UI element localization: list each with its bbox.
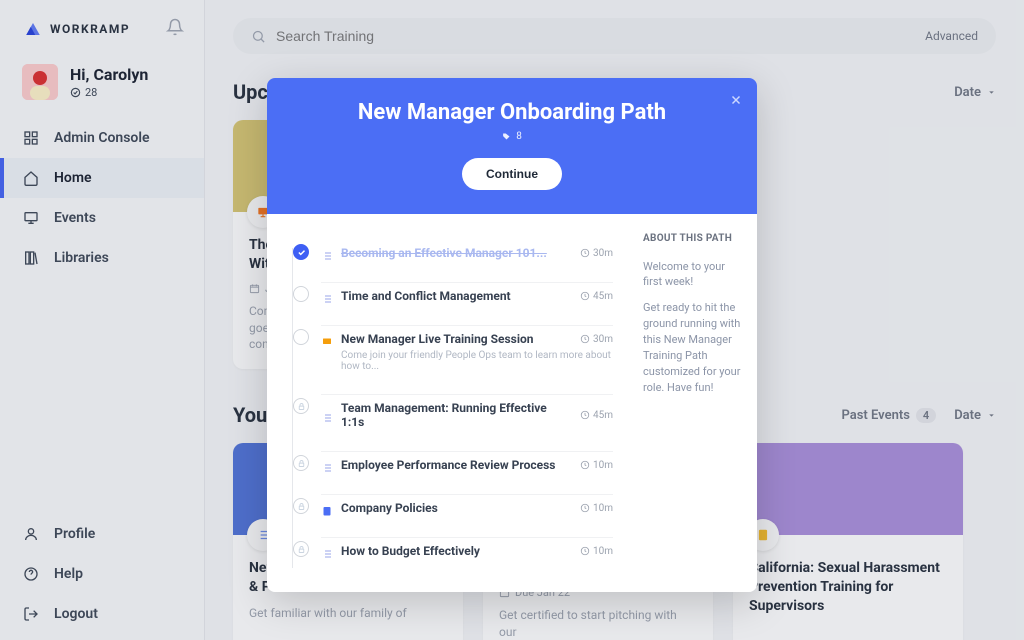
step-status-icon bbox=[293, 244, 309, 260]
path-step[interactable]: New Manager Live Training Session 30m Come… bbox=[285, 317, 621, 386]
tag-icon bbox=[502, 132, 511, 141]
step-status-icon bbox=[293, 329, 309, 345]
step-name: Becoming an Effective Manager 101... bbox=[341, 246, 572, 260]
step-type-icon bbox=[321, 290, 333, 302]
step-desc: Come join your friendly People Ops team … bbox=[341, 350, 613, 372]
path-step[interactable]: Team Management: Running Effective 1:1s 4… bbox=[285, 386, 621, 443]
step-status-icon bbox=[293, 541, 309, 557]
step-name: Company Policies bbox=[341, 501, 572, 515]
step-status-icon bbox=[293, 398, 309, 414]
step-duration: 30m bbox=[580, 248, 613, 259]
step-status-icon bbox=[293, 455, 309, 471]
path-modal: New Manager Onboarding Path 8 Continue B… bbox=[267, 78, 757, 592]
step-name: Time and Conflict Management bbox=[341, 289, 572, 303]
clock-icon bbox=[580, 334, 590, 344]
step-type-icon bbox=[321, 502, 333, 514]
path-step[interactable]: Becoming an Effective Manager 101... 30m bbox=[285, 232, 621, 274]
step-name: How to Budget Effectively bbox=[341, 544, 572, 558]
path-step[interactable]: Employee Performance Review Process 10m bbox=[285, 443, 621, 486]
step-duration: 45m bbox=[580, 410, 613, 421]
step-status-icon bbox=[293, 286, 309, 302]
path-step[interactable]: Company Policies 10m bbox=[285, 486, 621, 529]
step-duration: 45m bbox=[580, 291, 613, 302]
modal-title: New Manager Onboarding Path bbox=[287, 100, 737, 125]
about-heading: ABOUT THIS PATH bbox=[643, 232, 741, 247]
modal-header: New Manager Onboarding Path 8 Continue bbox=[267, 78, 757, 214]
clock-icon bbox=[580, 503, 590, 513]
clock-icon bbox=[580, 248, 590, 258]
step-name: New Manager Live Training Session bbox=[341, 332, 572, 346]
step-status-icon bbox=[293, 498, 309, 514]
about-text: Welcome to your first week! bbox=[643, 259, 741, 291]
modal-subtitle: 8 bbox=[287, 131, 737, 142]
path-step[interactable]: How to Budget Effectively 10m bbox=[285, 529, 621, 572]
clock-icon bbox=[580, 460, 590, 470]
clock-icon bbox=[580, 291, 590, 301]
step-type-icon bbox=[321, 459, 333, 471]
clock-icon bbox=[580, 410, 590, 420]
step-type-icon bbox=[321, 545, 333, 557]
step-duration: 30m bbox=[580, 334, 613, 345]
step-duration: 10m bbox=[580, 546, 613, 557]
step-name: Team Management: Running Effective 1:1s bbox=[341, 401, 572, 429]
path-step[interactable]: Time and Conflict Management 45m bbox=[285, 274, 621, 317]
step-duration: 10m bbox=[580, 503, 613, 514]
about-panel: ABOUT THIS PATH Welcome to your first we… bbox=[627, 214, 757, 592]
path-steps: Becoming an Effective Manager 101... 30m T… bbox=[267, 214, 627, 592]
step-name: Employee Performance Review Process bbox=[341, 458, 572, 472]
about-text: Get ready to hit the ground running with… bbox=[643, 300, 741, 396]
step-type-icon bbox=[321, 333, 333, 345]
step-type-icon bbox=[321, 247, 333, 259]
step-type-icon bbox=[321, 409, 333, 421]
continue-button[interactable]: Continue bbox=[462, 158, 562, 190]
modal-backdrop[interactable]: New Manager Onboarding Path 8 Continue B… bbox=[0, 0, 1024, 640]
step-duration: 10m bbox=[580, 460, 613, 471]
clock-icon bbox=[580, 546, 590, 556]
close-icon[interactable] bbox=[729, 92, 743, 111]
